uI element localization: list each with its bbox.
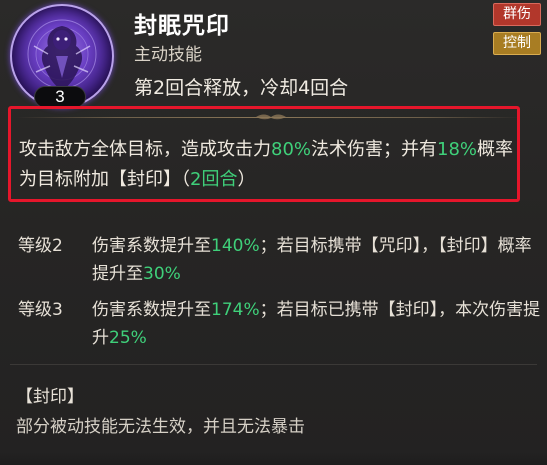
desc-part: 法术伤害；并有	[311, 139, 438, 160]
status-note-title: 【封印】	[16, 387, 84, 407]
skill-type: 主动技能	[134, 45, 202, 65]
desc-value: 2回合	[190, 169, 238, 190]
tag-control: 控制	[493, 32, 541, 55]
desc-value: 18%	[437, 139, 478, 160]
section-divider	[10, 364, 537, 365]
upgrade-text: 伤害系数提升至140%；若目标携带【咒印】，【封印】概率提升至30%	[92, 232, 542, 288]
upgrade-value: 140%	[211, 236, 260, 256]
panel-bottom-edge	[0, 452, 547, 465]
upgrade-level-3: 等级3 伤害系数提升至174%；若目标已携带【封印】，本次伤害提升25%	[18, 296, 543, 352]
upgrade-part: 伤害系数提升至	[92, 236, 211, 256]
upgrade-text: 伤害系数提升至174%；若目标已携带【封印】，本次伤害提升25%	[92, 296, 542, 352]
tag-aoe-damage: 群伤	[493, 3, 541, 26]
upgrade-value: 30%	[143, 264, 181, 284]
status-note-text: 部分被动技能无法生效，并且无法暴击	[16, 417, 305, 437]
skill-name: 封眠咒印	[134, 13, 230, 39]
desc-value: 80%	[271, 139, 312, 160]
upgrade-level-label: 等级3	[18, 300, 63, 320]
upgrade-value: 25%	[109, 328, 147, 348]
upgrade-part: 伤害系数提升至	[92, 300, 211, 320]
skill-description: 攻击敌方全体目标，造成攻击力80%法术伤害；并有18%概率为目标附加【封印】（2…	[19, 135, 519, 195]
skill-cast-info: 第2回合释放，冷却4回合	[134, 77, 349, 99]
desc-part: 攻击敌方全体目标，造成攻击力	[19, 139, 271, 160]
skill-tooltip-panel: 3 封眠咒印 主动技能 第2回合释放，冷却4回合 群伤 控制 攻击敌方全体目标，…	[0, 0, 547, 465]
upgrade-value: 174%	[211, 300, 260, 320]
upgrade-level-2: 等级2 伤害系数提升至140%；若目标携带【咒印】，【封印】概率提升至30%	[18, 232, 543, 288]
upgrade-level-label: 等级2	[18, 236, 63, 256]
desc-part: ）	[237, 169, 256, 190]
skill-level-badge: 3	[34, 86, 86, 108]
